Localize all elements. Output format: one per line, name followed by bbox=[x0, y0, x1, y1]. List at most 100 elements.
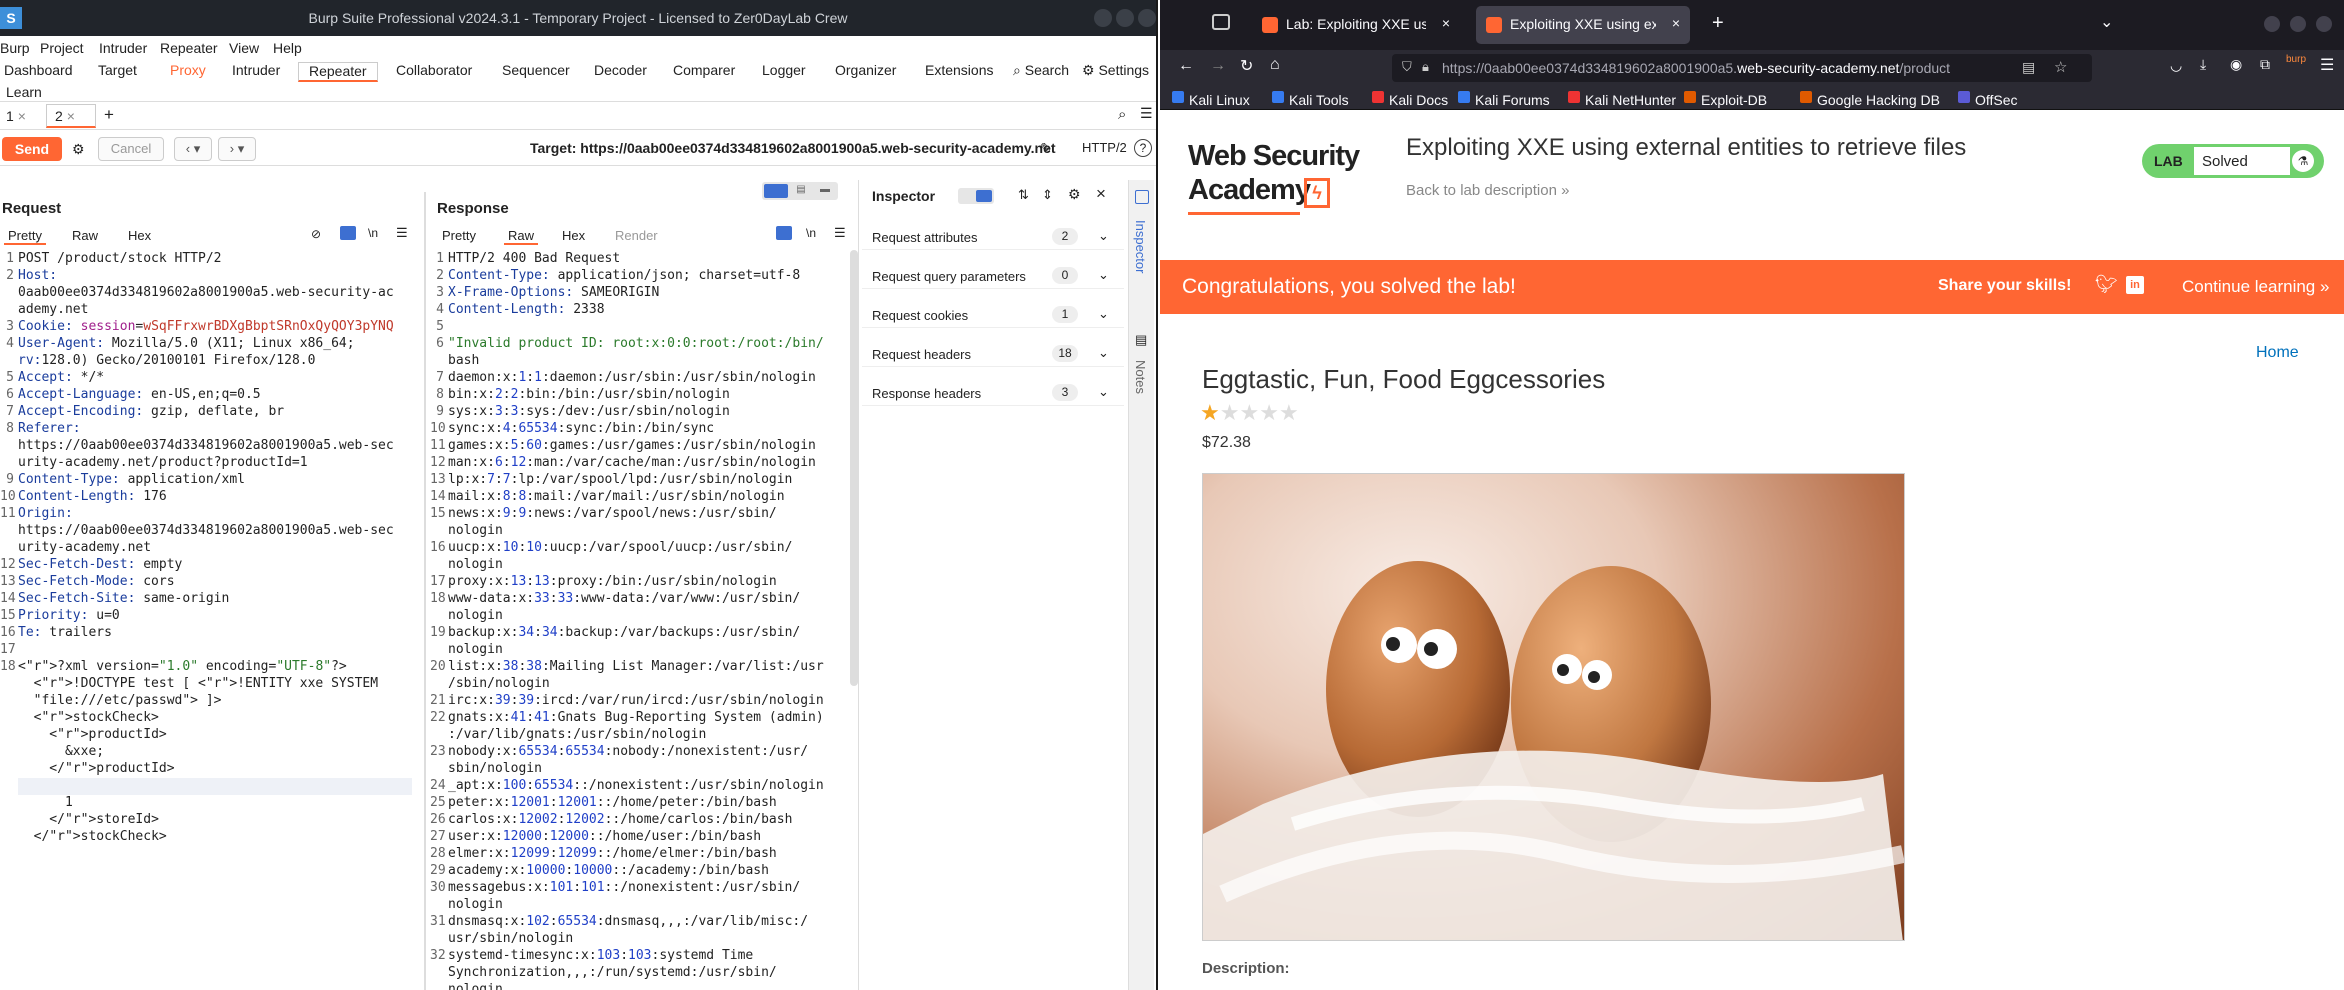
reload-icon[interactable]: ↻ bbox=[1240, 56, 1253, 76]
home-icon[interactable]: ⌂ bbox=[1270, 56, 1280, 74]
edit-icon[interactable]: ✎ bbox=[1040, 140, 1052, 157]
url-bar[interactable]: ⛉ 🔒︎ https://0aab00ee0374d334819602a8001… bbox=[1392, 54, 2092, 82]
inspector-response-headers[interactable]: Response headers 3 ⌄ bbox=[862, 380, 1124, 406]
tab-comparer[interactable]: Comparer bbox=[673, 62, 735, 78]
menu-intruder[interactable]: Intruder bbox=[99, 40, 147, 56]
tab-target[interactable]: Target bbox=[98, 62, 137, 78]
menu-view[interactable]: View bbox=[229, 40, 259, 56]
inspector-request-attributes[interactable]: Request attributes 2 ⌄ bbox=[862, 224, 1124, 250]
reader-mode-icon[interactable]: ▤ bbox=[2022, 59, 2035, 76]
gear-icon[interactable]: ⚙ bbox=[1068, 186, 1081, 203]
close-window-button[interactable] bbox=[1138, 9, 1156, 27]
forward-icon[interactable]: → bbox=[1210, 57, 1226, 75]
burp-extension-icon[interactable]: burp bbox=[2286, 54, 2306, 65]
bookmark-kali-nethunter[interactable]: Kali NetHunter bbox=[1568, 89, 1676, 108]
bookmark-exploit-db[interactable]: Exploit-DB bbox=[1684, 89, 1767, 108]
back-to-lab-link[interactable]: Back to lab description » bbox=[1406, 182, 1569, 199]
maximize-button[interactable] bbox=[1116, 9, 1134, 27]
response-tab-pretty[interactable]: Pretty bbox=[442, 228, 476, 243]
minimize-button[interactable] bbox=[2264, 16, 2280, 32]
inspector-request-headers[interactable]: Request headers 18 ⌄ bbox=[862, 341, 1124, 367]
hide-icon[interactable]: ⊘ bbox=[311, 227, 321, 241]
bookmark-offsec[interactable]: OffSec bbox=[1958, 89, 2018, 108]
menu-icon[interactable]: ☰ bbox=[2320, 55, 2334, 75]
request-tab-pretty[interactable]: Pretty bbox=[4, 228, 46, 245]
layout-split-icon[interactable] bbox=[764, 184, 788, 198]
add-tab-icon[interactable]: + bbox=[104, 105, 114, 125]
sort-icon[interactable]: ⇅ bbox=[1018, 187, 1029, 203]
account-icon[interactable]: ◉ bbox=[2230, 56, 2242, 73]
inspector-icon[interactable] bbox=[1135, 190, 1149, 204]
browser-tab-lab[interactable]: Lab: Exploiting XXE using × bbox=[1252, 6, 1460, 44]
wrap-icon[interactable] bbox=[340, 226, 356, 240]
pocket-icon[interactable]: ◡ bbox=[2170, 57, 2182, 74]
tab-repeater[interactable]: Repeater bbox=[298, 62, 378, 82]
response-scrollbar[interactable] bbox=[850, 250, 858, 686]
tab-organizer[interactable]: Organizer bbox=[835, 62, 896, 78]
bookmark-kali-tools[interactable]: Kali Tools bbox=[1272, 89, 1349, 108]
download-icon[interactable]: ⤓ bbox=[2200, 56, 2206, 73]
menu-repeater[interactable]: Repeater bbox=[160, 40, 218, 56]
maximize-button[interactable] bbox=[2290, 16, 2306, 32]
back-icon[interactable]: ← bbox=[1178, 57, 1194, 75]
repeater-tab-1[interactable]: 1 × bbox=[6, 108, 26, 124]
side-tab-notes[interactable]: Notes bbox=[1133, 360, 1148, 394]
repeater-tab-2[interactable]: 2 × bbox=[46, 104, 96, 128]
tab-extensions[interactable]: Extensions bbox=[925, 62, 993, 78]
response-tab-render[interactable]: Render bbox=[615, 228, 658, 243]
layout-horizontal-icon[interactable]: ▤ bbox=[790, 184, 812, 198]
tab-dashboard[interactable]: Dashboard bbox=[4, 62, 73, 78]
close-window-button[interactable] bbox=[2316, 16, 2332, 32]
tab-logger[interactable]: Logger bbox=[762, 62, 806, 78]
layout-toggle[interactable]: ▤ ▬ bbox=[762, 182, 838, 200]
close-icon[interactable]: × bbox=[67, 108, 75, 124]
wrap-icon[interactable] bbox=[776, 226, 792, 240]
inspector-view-icon[interactable] bbox=[976, 190, 992, 202]
http-version[interactable]: HTTP/2 bbox=[1082, 140, 1127, 155]
extensions-icon[interactable]: ⧉ bbox=[2260, 56, 2270, 73]
close-tab-icon[interactable]: × bbox=[1442, 15, 1450, 31]
search-icon[interactable]: ⌕ bbox=[1118, 106, 1126, 123]
tab-overview-icon[interactable] bbox=[1212, 14, 1230, 30]
lock-icon[interactable]: 🔒︎ bbox=[1422, 59, 1429, 75]
help-icon[interactable]: ? bbox=[1134, 139, 1152, 157]
search-button[interactable]: ⌕ Search bbox=[1013, 62, 1069, 79]
tab-sequencer[interactable]: Sequencer bbox=[502, 62, 570, 78]
linkedin-icon[interactable]: in bbox=[2126, 276, 2144, 294]
close-tab-icon[interactable]: × bbox=[1672, 15, 1680, 31]
pane-divider[interactable] bbox=[424, 192, 426, 990]
response-tab-raw[interactable]: Raw bbox=[504, 228, 539, 245]
request-editor[interactable]: 1 POST /product/stock HTTP/2 2 Host: 0aab00e… bbox=[0, 250, 422, 990]
close-icon[interactable]: × bbox=[18, 108, 26, 124]
request-tab-hex[interactable]: Hex bbox=[128, 228, 151, 243]
tab-collaborator[interactable]: Collaborator bbox=[396, 62, 472, 78]
back-button[interactable]: ‹ ▾ bbox=[174, 137, 212, 161]
notes-icon[interactable]: ▤ bbox=[1135, 332, 1147, 348]
close-icon[interactable]: × bbox=[1096, 184, 1106, 204]
request-tab-raw[interactable]: Raw bbox=[72, 228, 98, 243]
twitter-icon[interactable]: 🐦︎ bbox=[2095, 274, 2118, 295]
menu-icon[interactable]: ☰ bbox=[396, 225, 408, 241]
layout-single-icon[interactable]: ▬ bbox=[814, 184, 836, 198]
inspector-request-cookies[interactable]: Request cookies 1 ⌄ bbox=[862, 302, 1124, 328]
bookmark-star-icon[interactable]: ☆ bbox=[2054, 58, 2067, 76]
wsa-logo[interactable]: Web Security Academy ϟ bbox=[1188, 140, 1388, 215]
continue-learning-link[interactable]: Continue learning » bbox=[2182, 277, 2329, 297]
forward-button[interactable]: › ▾ bbox=[218, 137, 256, 161]
shield-icon[interactable]: ⛉ bbox=[1402, 59, 1412, 75]
inspector-view-toggle[interactable] bbox=[958, 188, 994, 204]
new-tab-icon[interactable]: + bbox=[1712, 12, 1724, 35]
response-editor[interactable]: 1 HTTP/2 400 Bad Request 2 Content-Type: ap… bbox=[430, 250, 850, 990]
collapse-icon[interactable]: ⇕ bbox=[1042, 187, 1053, 203]
browser-tab-active[interactable]: Exploiting XXE using exte × bbox=[1476, 6, 1690, 44]
minimize-button[interactable] bbox=[1094, 9, 1112, 27]
menu-icon[interactable]: ☰ bbox=[834, 225, 846, 241]
bookmark-kali-docs[interactable]: Kali Docs bbox=[1372, 89, 1448, 108]
response-tab-hex[interactable]: Hex bbox=[562, 228, 585, 243]
newline-icon[interactable]: \n bbox=[806, 226, 816, 240]
menu-project[interactable]: Project bbox=[40, 40, 84, 56]
send-button[interactable]: Send bbox=[2, 137, 62, 161]
menu-icon[interactable]: ☰ bbox=[1140, 105, 1153, 122]
gear-icon[interactable]: ⚙ bbox=[72, 141, 85, 158]
home-link[interactable]: Home bbox=[2256, 344, 2299, 362]
